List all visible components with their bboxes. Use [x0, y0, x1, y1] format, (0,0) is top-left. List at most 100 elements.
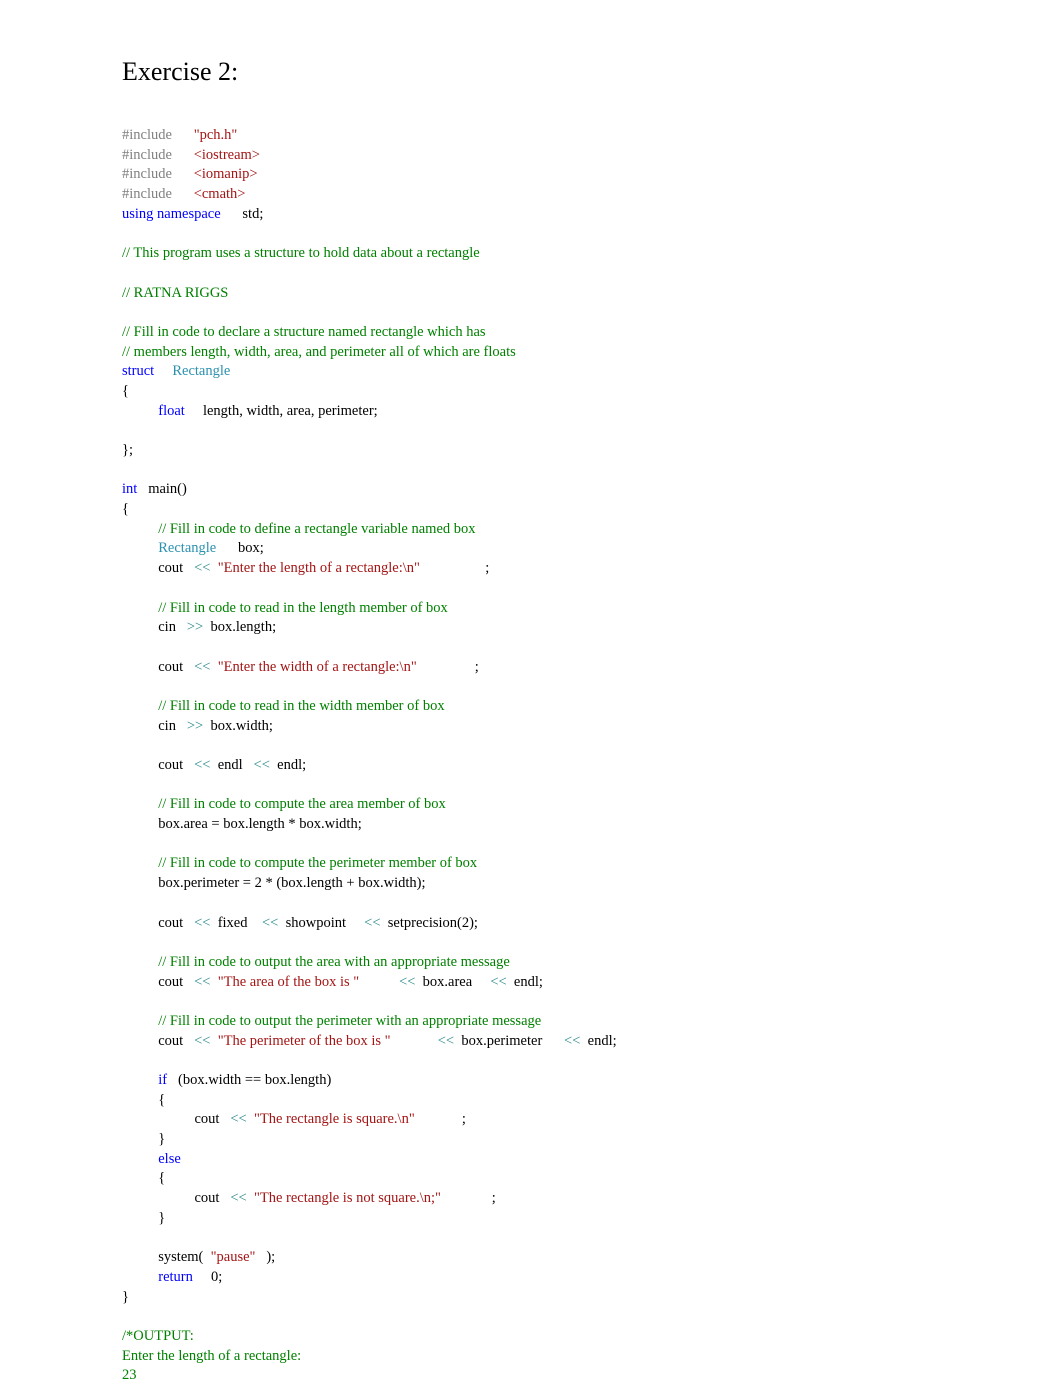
code-token: "pch.h"	[193, 127, 238, 143]
code-token: "The perimeter of the box is "	[217, 1032, 391, 1049]
code-line: // Fill in code to read in the width mem…	[122, 697, 1022, 717]
code-token: <<	[194, 1032, 211, 1049]
code-token: cout	[194, 1190, 220, 1207]
code-token: Enter the length of a rectangle:	[122, 1347, 302, 1364]
code-line: struct Rectangle	[122, 362, 1022, 382]
code-token: // Fill in code to compute the area memb…	[158, 796, 446, 813]
code-line: // Fill in code to define a rectangle va…	[122, 520, 1022, 540]
page-title: Exercise 2:	[122, 57, 239, 86]
code-token: Rectangle	[158, 540, 217, 557]
code-token: cout	[194, 1111, 220, 1128]
code-line: 23	[122, 1366, 1022, 1386]
code-token: box.area = box.length * box.width;	[158, 816, 362, 833]
code-line: cout << endl << endl;	[122, 756, 1022, 776]
code-line: // Fill in code to compute the area memb…	[122, 795, 1022, 815]
code-token: <<	[364, 914, 381, 931]
code-token: <<	[230, 1190, 247, 1207]
code-token: system(	[158, 1249, 204, 1266]
code-token: cout	[158, 973, 184, 990]
code-token: 0;	[211, 1268, 223, 1285]
code-token: <cmath>	[193, 186, 246, 203]
code-line: Enter the length of a rectangle:	[122, 1347, 1022, 1367]
code-token: ;	[474, 658, 479, 675]
code-line: #include "pch.h"	[122, 126, 1022, 146]
code-line: box.area = box.length * box.width;	[122, 815, 1022, 835]
code-line: {	[122, 500, 1022, 520]
code-line: cout << "The area of the box is " << box…	[122, 973, 1022, 993]
code-token: // Fill in code to declare a structure n…	[122, 323, 486, 340]
code-token: <iomanip>	[193, 166, 258, 183]
code-token: setprecision(2);	[387, 914, 478, 931]
code-line: }	[122, 1209, 1022, 1229]
code-token: >>	[186, 619, 204, 636]
code-line: // Fill in code to output the perimeter …	[122, 1012, 1022, 1032]
code-token: <<	[230, 1111, 247, 1128]
code-token: // RATNA RIGGS	[122, 284, 229, 301]
code-line: // members length, width, area, and peri…	[122, 343, 1022, 363]
code-line: #include <iomanip>	[122, 165, 1022, 185]
code-token: {	[122, 382, 129, 399]
code-token: );	[266, 1249, 276, 1266]
code-token: "The rectangle is not square.\n;"	[253, 1190, 441, 1207]
code-line: // RATNA RIGGS	[122, 284, 1022, 304]
code-token: // Fill in code to output the perimeter …	[158, 1012, 542, 1029]
code-token: fixed	[217, 914, 248, 931]
code-token: #include	[122, 186, 172, 203]
code-token: // Fill in code to compute the perimeter…	[158, 855, 478, 872]
code-line: return 0;	[122, 1268, 1022, 1288]
code-token: if	[158, 1072, 168, 1088]
code-line: }	[122, 1130, 1022, 1150]
code-token: <<	[262, 914, 279, 931]
code-line: cout << fixed << showpoint << setprecisi…	[122, 914, 1022, 934]
code-token: }	[158, 1209, 166, 1226]
code-line: int main()	[122, 480, 1022, 500]
code-token: cin	[158, 717, 176, 734]
code-token: {	[158, 1091, 166, 1108]
code-token: (box.width == box.length)	[177, 1072, 332, 1088]
code-line: float length, width, area, perimeter;	[122, 402, 1022, 422]
code-token: cout	[158, 914, 184, 931]
code-token: 23	[122, 1367, 137, 1384]
code-token: <<	[253, 757, 270, 773]
code-line: Rectangle box;	[122, 539, 1022, 559]
code-token: }	[122, 1288, 129, 1305]
code-line: cin >> box.length;	[122, 618, 1022, 638]
code-token: showpoint	[285, 914, 347, 931]
